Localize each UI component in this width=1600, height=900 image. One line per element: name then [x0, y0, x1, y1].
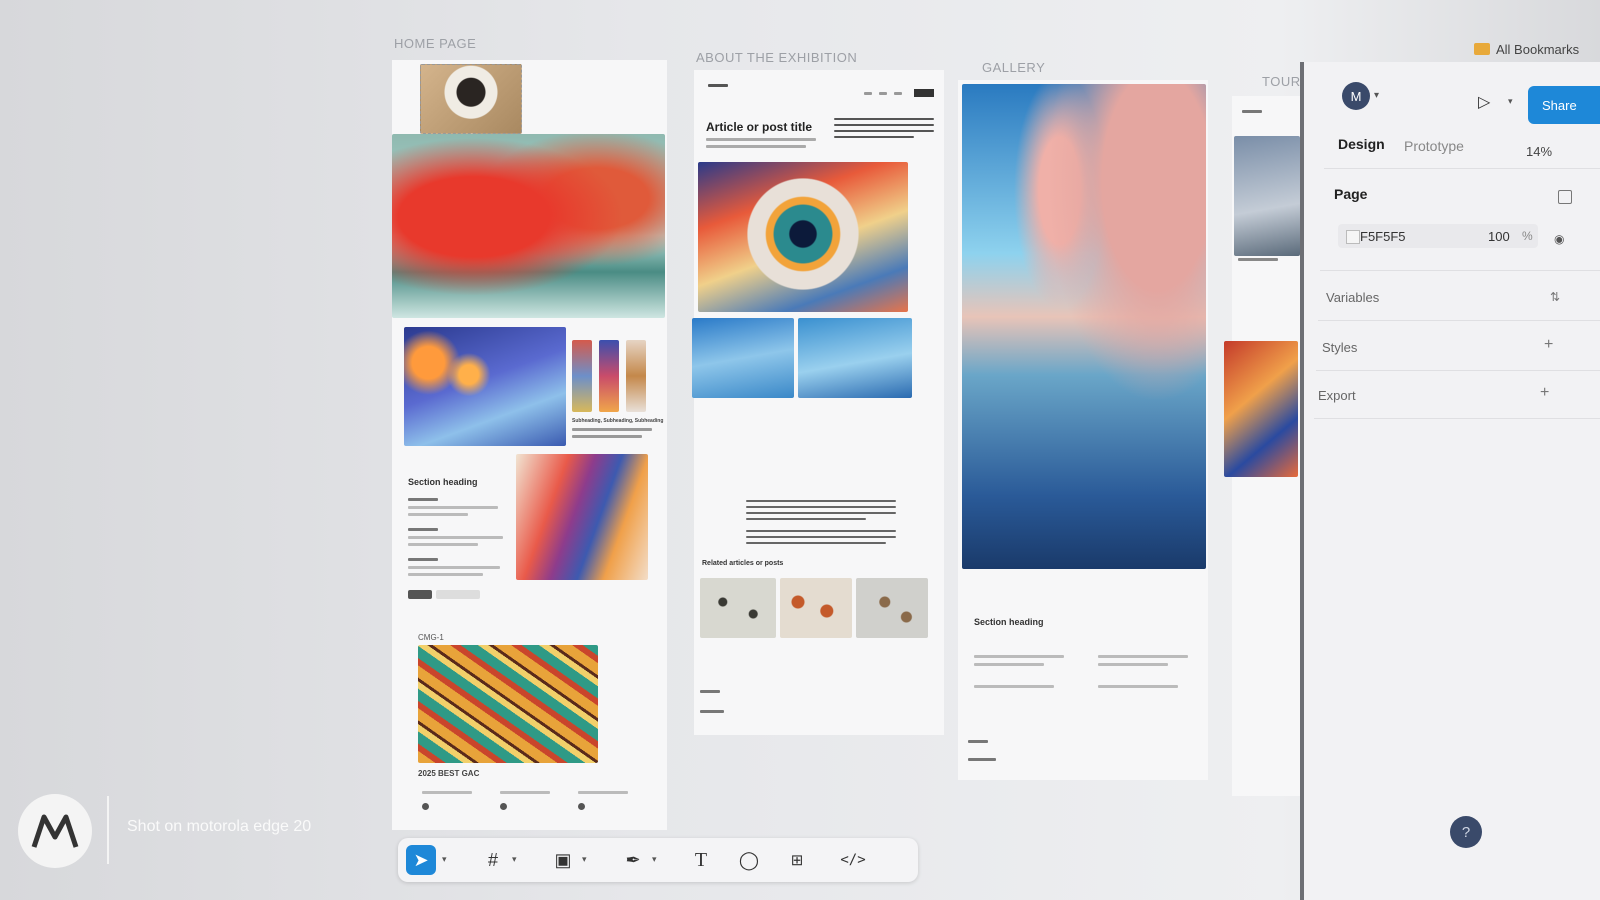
avatar: [500, 803, 507, 810]
about-exhibition-frame[interactable]: Article or post title Related articles o…: [692, 70, 944, 735]
avatar: [422, 803, 429, 810]
export-section-label[interactable]: Export: [1318, 388, 1356, 403]
chevron-down-icon[interactable]: ▾: [582, 854, 587, 865]
variables-section-label[interactable]: Variables: [1326, 290, 1379, 305]
motorola-logo-icon: [18, 794, 92, 868]
chevron-down-icon[interactable]: ▾: [1508, 96, 1513, 107]
gallery-frame[interactable]: Section heading: [958, 80, 1208, 780]
best-label: 2025 BEST GAC: [418, 769, 480, 778]
frame-label-tour[interactable]: TOUR: [1262, 74, 1301, 89]
tab-design[interactable]: Design: [1338, 136, 1385, 152]
cmg-label: CMG-1: [418, 633, 444, 642]
help-button[interactable]: ?: [1450, 816, 1482, 848]
swirl-painting-image: [418, 645, 598, 763]
eye-icon[interactable]: ◉: [1554, 232, 1564, 246]
fill-hex-value[interactable]: F5F5F5: [1360, 229, 1406, 244]
chevron-down-icon[interactable]: ▾: [442, 854, 447, 865]
frame-label-home[interactable]: HOME PAGE: [394, 36, 476, 51]
sea-image-2: [798, 318, 912, 398]
chevron-down-icon[interactable]: ▾: [1374, 90, 1379, 101]
add-export-icon[interactable]: +: [1540, 384, 1549, 402]
gallery-section-heading: Section heading: [974, 617, 1044, 627]
secondary-button[interactable]: [436, 590, 480, 599]
related-image-2: [780, 578, 852, 638]
related-image-3: [856, 578, 928, 638]
tour-image-1: [1234, 136, 1300, 256]
percent-label: %: [1522, 229, 1533, 243]
tab-prototype[interactable]: Prototype: [1404, 138, 1464, 154]
frame-label-gallery[interactable]: GALLERY: [982, 60, 1045, 75]
frame-label-about[interactable]: ABOUT THE EXHIBITION: [696, 50, 857, 65]
bottom-toolbar: ➤ ▾ # ▾ ▣ ▾ ✒ ▾ T ◯ ⊞ </>: [398, 838, 918, 882]
chevron-down-icon[interactable]: ▾: [512, 854, 517, 865]
home-subheading: Subheading, Subheading, Subheading: [572, 418, 664, 424]
tour-frame[interactable]: [1224, 96, 1302, 796]
nav-button[interactable]: [914, 89, 934, 97]
eye-painting-image: [698, 162, 908, 312]
image-icon[interactable]: ▣: [548, 845, 578, 875]
zoom-level[interactable]: 14%: [1526, 144, 1552, 159]
components-icon[interactable]: ⊞: [782, 845, 812, 875]
avatar: [578, 803, 585, 810]
properties-panel: M ▾ ▷ ▾ Share Design Prototype 14% Page …: [1300, 62, 1600, 900]
thumb-image-3: [626, 340, 646, 412]
paris-painting-image: [404, 327, 566, 446]
text-icon[interactable]: T: [686, 845, 716, 875]
add-style-icon[interactable]: +: [1544, 336, 1553, 354]
share-button[interactable]: Share: [1528, 86, 1600, 124]
pen-icon[interactable]: ✒: [618, 845, 648, 875]
all-bookmarks-link[interactable]: All Bookmarks: [1496, 42, 1579, 57]
primary-button[interactable]: [408, 590, 432, 599]
move-icon[interactable]: ➤: [406, 845, 436, 875]
watermark-text: Shot on motorola edge 20: [127, 818, 312, 835]
dev-mode-icon[interactable]: </>: [838, 845, 868, 875]
fill-opacity-value[interactable]: 100: [1488, 229, 1510, 244]
article-title: Article or post title: [706, 120, 813, 134]
watermark-divider: [107, 796, 109, 864]
frame-icon[interactable]: #: [478, 845, 508, 875]
comment-icon[interactable]: ◯: [734, 845, 764, 875]
page-fill-field[interactable]: F5F5F5 100 %: [1338, 224, 1538, 248]
folder-icon: [1474, 43, 1490, 55]
home-section-heading: Section heading: [408, 477, 478, 487]
home-page-frame[interactable]: Subheading, Subheading, Subheading Secti…: [392, 60, 667, 830]
chevron-down-icon[interactable]: ▾: [652, 854, 657, 865]
related-heading: Related articles or posts: [702, 560, 784, 567]
thumb-image-1: [572, 340, 592, 412]
styles-section-label[interactable]: Styles: [1322, 340, 1357, 355]
page-section-label: Page: [1334, 186, 1368, 202]
color-swatch[interactable]: [1346, 230, 1360, 244]
toggle-icon[interactable]: [1558, 190, 1572, 204]
bookmarks-bar: All Bookmarks: [1468, 40, 1600, 60]
thumb-image-2: [599, 340, 619, 412]
tour-image-2: [1224, 341, 1298, 477]
sea-image-1: [692, 318, 794, 398]
gallery-painting-image: [962, 84, 1206, 569]
variables-settings-icon[interactable]: ⇅: [1550, 290, 1560, 304]
hero-painting-image: [392, 134, 665, 318]
city-abstract-image: [516, 454, 648, 580]
user-avatar[interactable]: M: [1342, 82, 1370, 110]
dog-image: [420, 64, 522, 134]
related-image-1: [700, 578, 776, 638]
play-icon[interactable]: ▷: [1478, 92, 1490, 112]
